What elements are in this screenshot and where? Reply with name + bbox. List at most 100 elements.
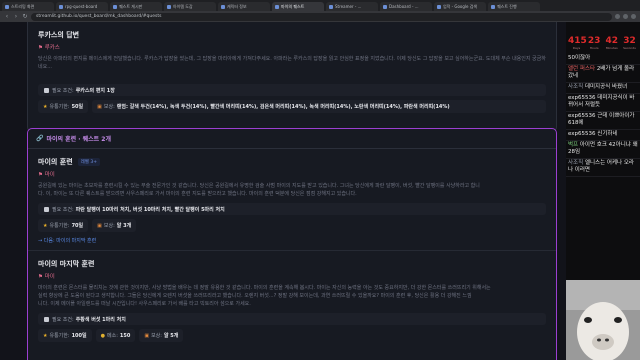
next-quest-link[interactable]: → 다음: 마이의 마지막 훈련	[38, 237, 546, 244]
chat-username[interactable]: 앨런 퍼스타	[568, 66, 597, 72]
requirement-value: 주황색 버섯 1마리 처치	[75, 316, 126, 323]
reward-item: ▣ 보상: 알 5개	[139, 329, 184, 342]
document-icon	[44, 206, 49, 212]
browser-tab[interactable]: 아이템 도감	[164, 2, 216, 11]
reload-icon[interactable]: ↻	[22, 13, 28, 20]
quest-description-line-1: 공원길에 있는 마이는 초보자를 훈련시킬 수 있는 무술 전문가인 것 같습니…	[38, 183, 480, 189]
alpaca-webcam-image	[566, 280, 640, 360]
star-icon: ★	[43, 222, 48, 229]
document-icon	[44, 87, 49, 93]
quest-giver: ⚑ 마이	[38, 274, 55, 280]
mesos-value: 150	[119, 332, 131, 339]
reward-label: 보상:	[151, 333, 162, 339]
expiry-label: 유통기한:	[49, 104, 70, 110]
quest-rewards: ★ 유통기한: 50일 ▣ 보상: 랜덤: 갈색 두건(14%), 녹색 두건(…	[38, 100, 546, 113]
back-icon[interactable]: ‹	[4, 13, 10, 20]
chat-message: 사조직 엘니스는 어케나 오라나 이러면	[566, 159, 640, 177]
chat-username[interactable]: exp65536	[568, 113, 597, 119]
quest-step-1: 마이의 훈련 레벨 3+ ⚑ 마이 공원길에 있는 마이는 초보자를 훈련시킬 …	[28, 149, 556, 251]
chat-text: 50이잖아	[568, 55, 591, 61]
coin-icon: ●	[100, 332, 105, 339]
reward-expiry: ★ 유통기한: 100일	[38, 329, 92, 342]
level-badge: 레벨 3+	[77, 158, 100, 166]
quest-title: 마이의 마지막 훈련	[38, 260, 95, 268]
expiry-value: 50일	[71, 104, 84, 110]
expiry-value: 70일	[71, 223, 84, 229]
reward-expiry: ★ 유통기한: 50일	[38, 100, 89, 113]
browser-tab[interactable]: 스트리밍 화면	[2, 2, 54, 11]
chat-username[interactable]: exp65536	[568, 131, 597, 137]
reward-mesos: ● 메소: 150	[95, 329, 136, 342]
tab-favicon-icon	[221, 4, 225, 9]
star-icon: ★	[43, 103, 48, 110]
quest-page: 루카스의 답변 ⚑ 루카스 당신은 아파라의 편지를 메이스에게 전달했습니다.…	[0, 22, 566, 360]
tab-favicon-icon	[437, 4, 441, 9]
forward-icon[interactable]: ›	[13, 13, 19, 20]
extension-icon[interactable]	[615, 14, 620, 19]
tab-label: 퀘스트 게시판	[119, 3, 143, 9]
tab-label: 캐릭터 정보	[227, 3, 247, 9]
quest-giver: ⚑ 마이	[38, 172, 55, 178]
browser-address-bar: ‹ › ↻ streamlit.github.io/quest_board/mk…	[0, 11, 640, 22]
reward-label: 보상:	[103, 223, 115, 229]
countdown-timer: 415 Days 23 Hours 42 Minutes 32 Seconds	[566, 22, 640, 50]
timer-number: 23	[587, 36, 601, 46]
expiry-value: 100일	[71, 333, 87, 339]
quest-chain-header[interactable]: 🔗 마이의 훈련 · 퀘스트 2개	[28, 129, 556, 149]
browser-tab[interactable]: Dashboard - ...	[380, 2, 432, 11]
tab-favicon-icon	[383, 4, 387, 9]
chat-message: exp65536 신기하네	[566, 130, 640, 141]
quest-description-line-3: 니다. 이제 메이플 아일랜드를 떠날 시간입니다! 사우스페리로 가서 배를 …	[38, 301, 251, 307]
webcam-overlay	[566, 280, 640, 360]
chat-message: 벅프 아이먼 호크 42아니냐 왜 28임	[566, 141, 640, 159]
chat-username[interactable]: exp65536	[568, 95, 597, 101]
timer-unit: 415 Days	[568, 36, 587, 50]
browser-tab[interactable]: 퀘스트 진행	[488, 2, 540, 11]
screen: 스트리밍 화면 rpg-quest-board 퀘스트 게시판 아이템 도감 캐릭터 정…	[0, 0, 640, 360]
tab-favicon-icon	[491, 4, 495, 9]
quest-step-2: 마이의 마지막 훈련 ⚑ 마이 마이의 훈련은 몬스터를 물리치는 것에 관한 …	[28, 251, 556, 348]
quest-description-line-2: 다. 이, 마이는 또 다른 퀘스트를 받으려면 사우스페리로 가서 마이의 훈…	[38, 191, 357, 197]
tab-label: 스트리밍 화면	[11, 3, 35, 9]
reward-value: 랜덤: 갈색 두건(14%), 녹색 두건(14%), 빨간색 머리띠(14%)…	[116, 104, 450, 110]
requirement-label: 필요 조건:	[52, 206, 74, 213]
stream-chat-panel: 415 Days 23 Hours 42 Minutes 32 Seconds 50이잖아앨런…	[566, 22, 640, 360]
requirement-value: 루카스의 편지 1장	[75, 87, 115, 94]
gift-icon: ▣	[97, 222, 102, 229]
quest-giver: ⚑ 루카스	[38, 45, 60, 51]
browser-tab[interactable]: 캐릭터 정보	[218, 2, 270, 11]
requirement-label: 필요 조건:	[52, 316, 74, 323]
quest-description-line-2: 실력 향상에 큰 도움이 된다고 생각합니다. 그들은 당신에게 오렌지 버섯을…	[38, 293, 472, 299]
quest-card-lucas: 루카스의 답변 ⚑ 루카스 당신은 아파라의 편지를 메이스에게 전달했습니다.…	[27, 22, 557, 132]
timer-number: 415	[568, 36, 587, 46]
document-icon	[44, 316, 49, 322]
requirement-value: 파란 달팽이 10마리 처치, 버섯 10마리 처치, 빨간 달팽이 5마리 처…	[75, 206, 225, 213]
tab-favicon-icon	[59, 4, 63, 9]
reward-label: 보상:	[103, 104, 115, 110]
timer-number: 42	[605, 36, 619, 46]
timer-label: Minutes	[605, 46, 618, 50]
tab-favicon-icon	[113, 4, 117, 9]
tab-favicon-icon	[329, 4, 333, 9]
menu-icon[interactable]	[631, 14, 636, 19]
tab-label: Dashboard - ...	[389, 4, 419, 9]
tab-favicon-icon	[5, 4, 9, 9]
chat-text: 신기하네	[597, 131, 618, 137]
chat-text: 데미지공식 바꿨녀	[584, 84, 628, 90]
gift-icon: ▣	[97, 103, 102, 110]
browser-tab[interactable]: rpg-quest-board	[56, 2, 108, 11]
chat-username[interactable]: 사조직	[568, 160, 585, 166]
chat-message: 앨런 퍼스타 2배가 넘게 올라갔네	[566, 65, 640, 83]
quest-requirement: 필요 조건: 주황색 버섯 1마리 처치	[38, 313, 546, 325]
quest-giver-name: 마이	[44, 172, 55, 178]
chat-username[interactable]: 사조직	[568, 84, 585, 90]
url-field[interactable]: streamlit.github.io/quest_board/mk_dashb…	[31, 12, 612, 21]
quest-rewards: ★ 유통기한: 70일 ▣ 보상: 알 3개	[38, 219, 546, 232]
profile-icon[interactable]	[623, 14, 628, 19]
browser-tab[interactable]: 업적 - Google 검색	[434, 2, 486, 11]
reward-expiry: ★ 유통기한: 70일	[38, 219, 89, 232]
browser-tab[interactable]: Streamer - ...	[326, 2, 378, 11]
browser-tab[interactable]: 퀘스트 게시판	[110, 2, 162, 11]
browser-tab[interactable]: 마이의 퀘스트	[272, 2, 324, 11]
chat-username[interactable]: 벅프	[568, 142, 580, 148]
